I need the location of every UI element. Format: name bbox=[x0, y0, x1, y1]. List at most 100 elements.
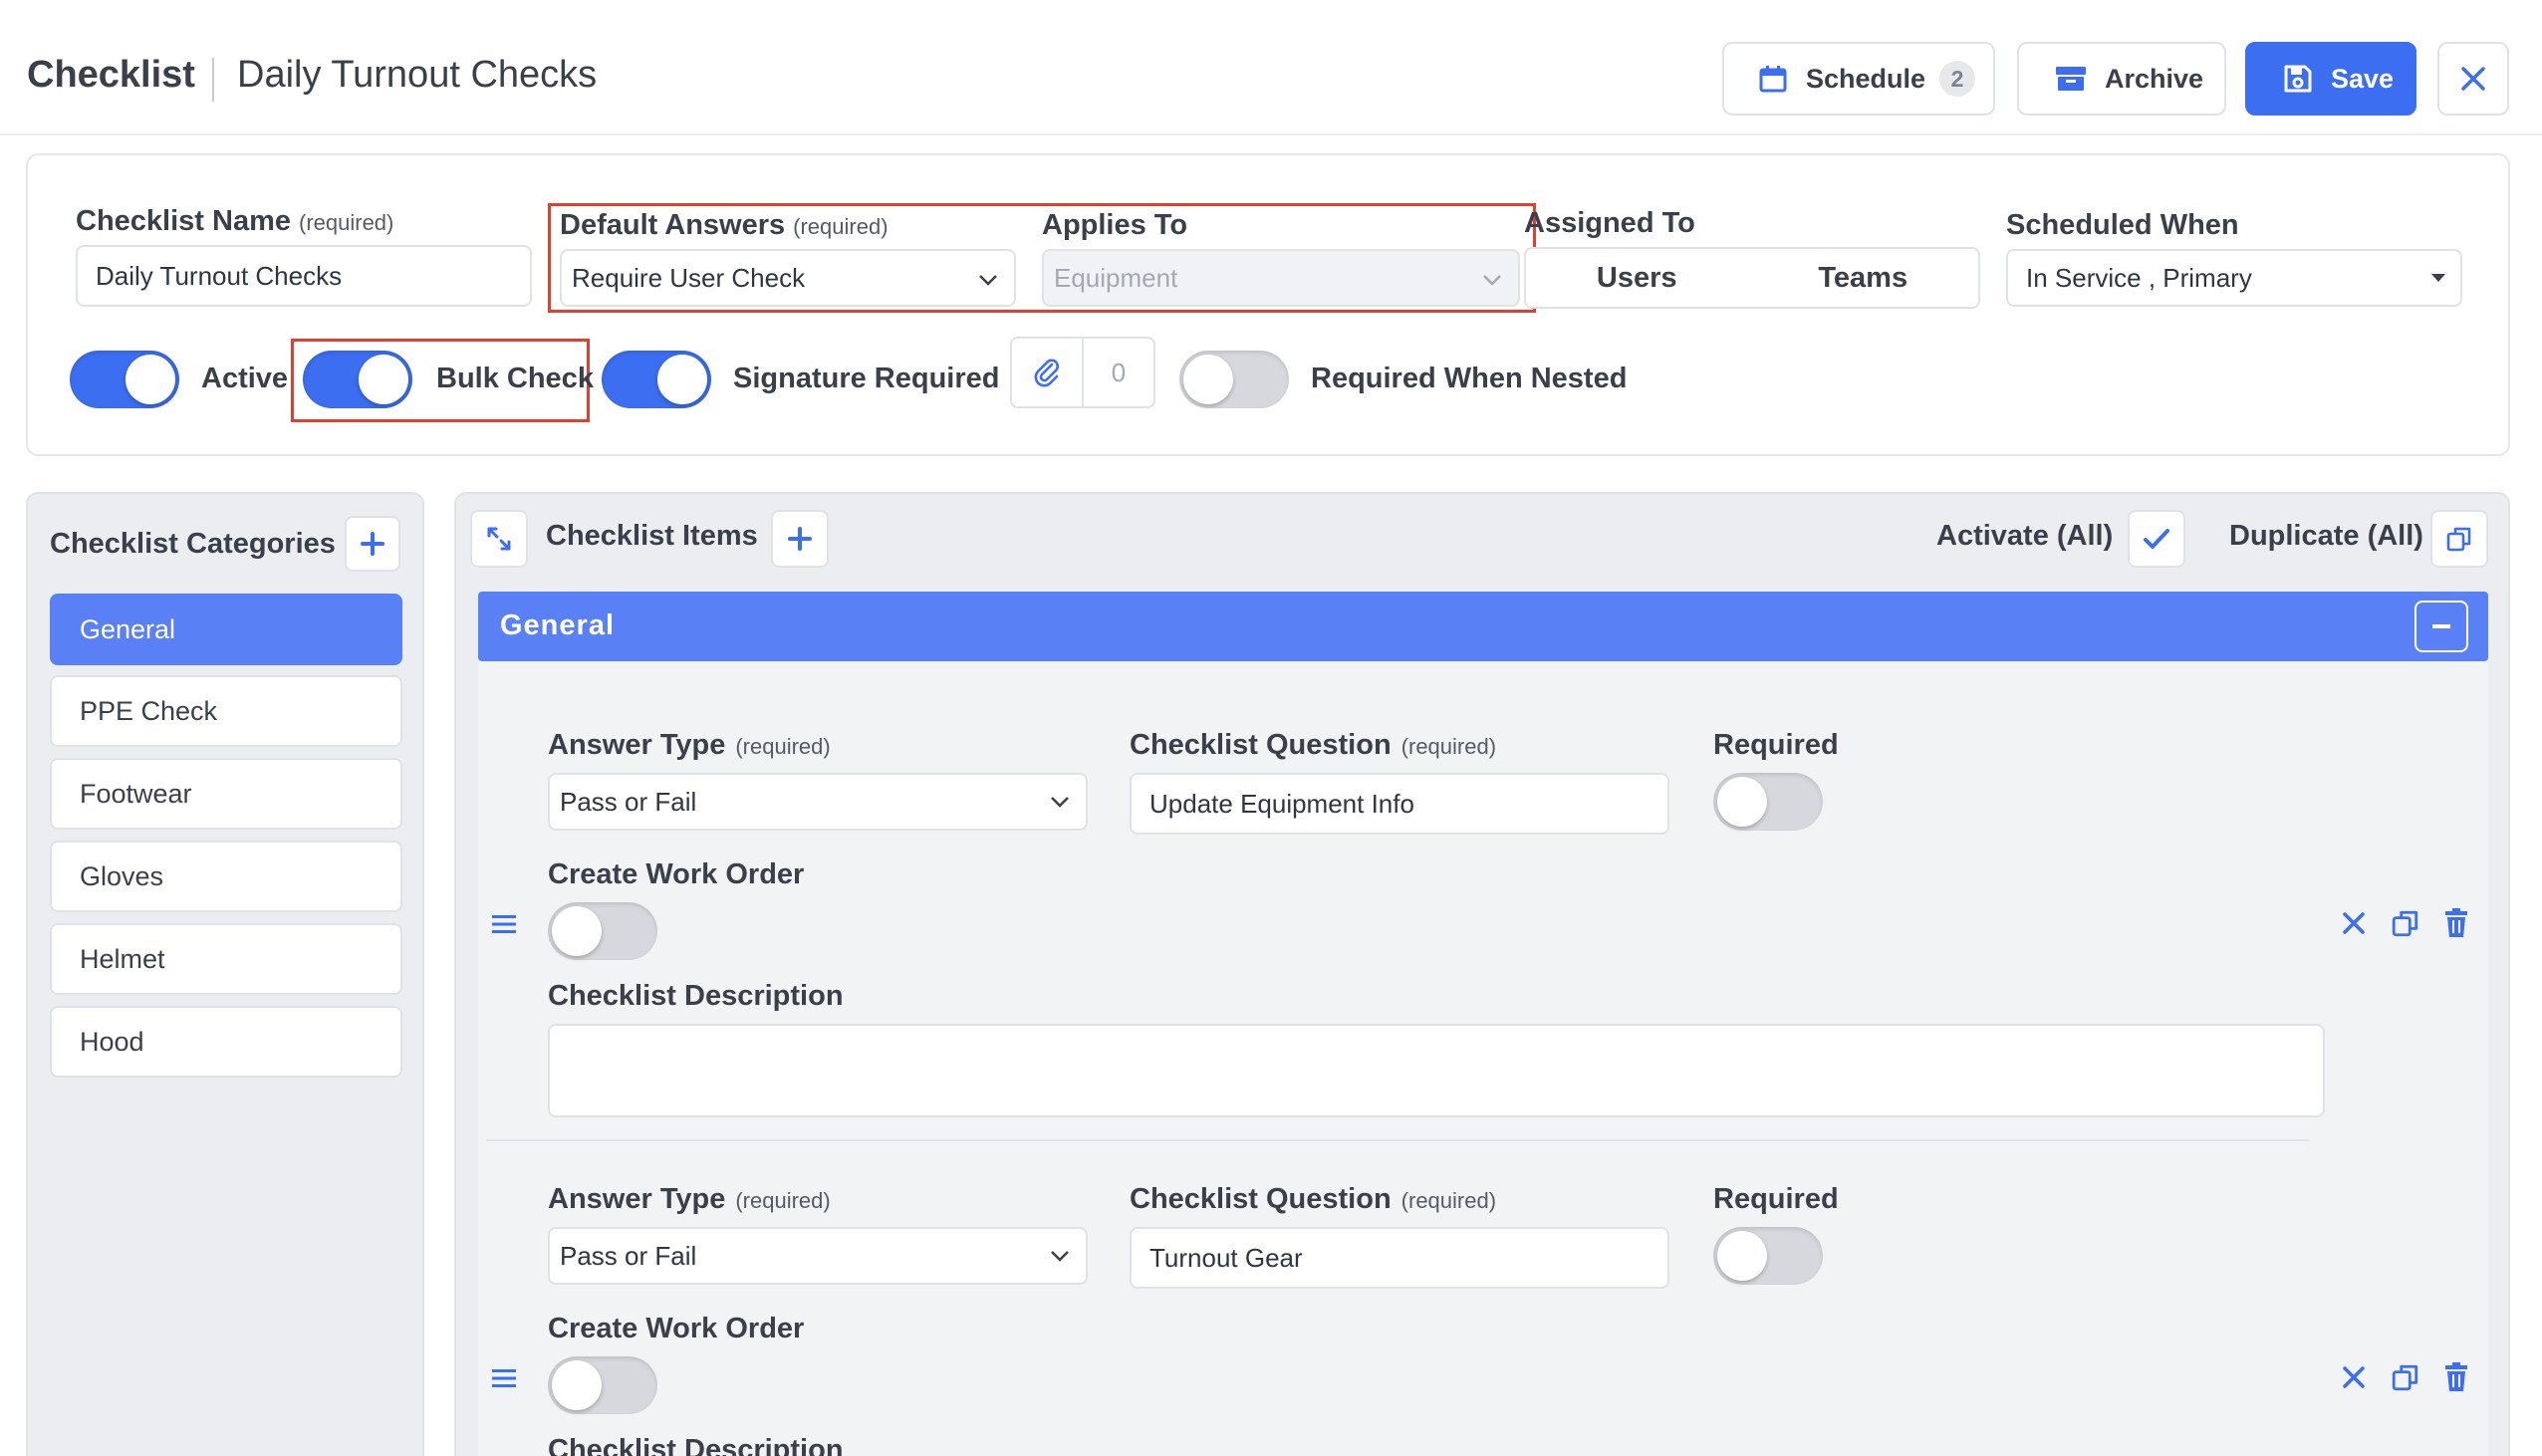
checklist-items-list: Answer Type (required) Pass or Fail Check… bbox=[478, 661, 2488, 1456]
signature-required-label: Signature Required bbox=[733, 363, 1000, 394]
checklist-question-input[interactable]: Update Equipment Info bbox=[1130, 773, 1669, 835]
chevron-down-icon bbox=[1050, 1249, 1070, 1263]
category-group-header: General bbox=[478, 592, 2488, 661]
category-item-ppe-check[interactable]: PPE Check bbox=[50, 675, 402, 747]
scheduled-when-label: Scheduled When bbox=[2006, 209, 2239, 241]
assigned-to-group: Users Teams bbox=[1524, 247, 1980, 309]
assigned-to-label: Assigned To bbox=[1524, 207, 1695, 239]
duplicate-all-label: Duplicate (All) bbox=[2229, 520, 2423, 552]
answer-type-label: Answer Type (required) bbox=[548, 729, 831, 761]
checklist-description-textarea[interactable] bbox=[548, 1024, 2325, 1117]
answer-type-select[interactable]: Pass or Fail bbox=[548, 1227, 1088, 1285]
schedule-count-badge: 2 bbox=[1939, 61, 1976, 97]
schedule-label: Schedule bbox=[1806, 63, 1926, 94]
attachments-count: 0 bbox=[1111, 357, 1127, 387]
active-toggle[interactable] bbox=[70, 351, 179, 408]
create-work-order-label: Create Work Order bbox=[548, 858, 805, 890]
applies-to-select: Equipment bbox=[1042, 249, 1520, 307]
duplicate-icon[interactable] bbox=[2391, 1362, 2420, 1392]
paperclip-icon[interactable] bbox=[1012, 339, 1084, 406]
archive-box-icon bbox=[2055, 65, 2087, 93]
archive-label: Archive bbox=[2105, 63, 2204, 94]
duplicate-icon bbox=[2445, 525, 2473, 553]
checklist-name-input[interactable]: Daily Turnout Checks bbox=[76, 245, 532, 307]
checklist-question-input[interactable]: Turnout Gear bbox=[1130, 1227, 1669, 1289]
category-item-helmet[interactable]: Helmet bbox=[50, 923, 402, 995]
add-category-button[interactable] bbox=[345, 516, 400, 572]
remove-x-icon[interactable] bbox=[2341, 910, 2367, 936]
trash-icon[interactable] bbox=[2444, 1362, 2468, 1392]
create-work-order-label: Create Work Order bbox=[548, 1313, 805, 1344]
calendar-icon bbox=[1758, 64, 1788, 94]
header-bar: Checklist Daily Turnout Checks Schedule … bbox=[0, 0, 2542, 135]
close-icon bbox=[2459, 65, 2487, 93]
collapse-group-button[interactable] bbox=[2415, 601, 2468, 652]
assigned-teams-button[interactable]: Teams bbox=[1818, 262, 1907, 295]
scheduled-when-value: In Service , Primary bbox=[2026, 262, 2252, 293]
drag-handle-icon[interactable] bbox=[490, 1366, 518, 1390]
category-item-gloves[interactable]: Gloves bbox=[50, 841, 402, 912]
default-answers-value: Require User Check bbox=[572, 262, 806, 293]
checklist-name-label: Checklist Name (required) bbox=[76, 205, 394, 237]
floppy-disk-icon bbox=[2283, 64, 2313, 94]
assigned-users-button[interactable]: Users bbox=[1597, 262, 1677, 295]
duplicate-icon[interactable] bbox=[2391, 908, 2420, 938]
duplicate-all-button[interactable] bbox=[2430, 510, 2488, 568]
answer-type-value: Pass or Fail bbox=[560, 1240, 697, 1271]
checklist-description-label: Checklist Description bbox=[548, 980, 844, 1012]
category-item-footwear[interactable]: Footwear bbox=[50, 758, 402, 830]
expand-icon bbox=[485, 525, 513, 553]
active-label: Active bbox=[201, 363, 289, 394]
minus-icon bbox=[2431, 623, 2451, 629]
page-title: Checklist bbox=[27, 54, 195, 96]
chevron-down-icon bbox=[978, 273, 998, 287]
bulk-check-toggle[interactable] bbox=[303, 351, 412, 408]
activate-all-button[interactable] bbox=[2128, 510, 2185, 568]
archive-button[interactable]: Archive bbox=[2017, 42, 2226, 116]
plus-icon bbox=[787, 526, 813, 552]
expand-button[interactable] bbox=[470, 510, 528, 568]
create-work-order-toggle[interactable] bbox=[548, 1356, 657, 1414]
required-when-nested-label: Required When Nested bbox=[1311, 363, 1628, 394]
answer-type-select[interactable]: Pass or Fail bbox=[548, 773, 1088, 831]
checklist-question-label: Checklist Question (required) bbox=[1130, 1183, 1497, 1215]
required-label: Required bbox=[1713, 1183, 1839, 1215]
required-label: Required bbox=[1713, 729, 1839, 761]
applies-to-value: Equipment bbox=[1054, 262, 1178, 293]
item-required-toggle[interactable] bbox=[1713, 773, 1823, 831]
scheduled-when-select[interactable]: In Service , Primary bbox=[2006, 249, 2462, 307]
checklist-settings-panel: Checklist Name (required) Daily Turnout C… bbox=[26, 153, 2510, 456]
create-work-order-toggle[interactable] bbox=[548, 902, 657, 960]
save-label: Save bbox=[2331, 63, 2395, 94]
caret-down-icon bbox=[2430, 273, 2446, 283]
applies-to-label: Applies To bbox=[1042, 209, 1188, 241]
default-answers-select[interactable]: Require User Check bbox=[560, 249, 1016, 307]
remove-x-icon[interactable] bbox=[2341, 1364, 2367, 1390]
answer-type-label: Answer Type (required) bbox=[548, 1183, 831, 1215]
required-when-nested-toggle[interactable] bbox=[1179, 351, 1289, 408]
schedule-button[interactable]: Schedule 2 bbox=[1722, 42, 1995, 116]
checklist-categories-panel: Checklist Categories General PPE Check F… bbox=[26, 492, 424, 1456]
signature-required-toggle[interactable] bbox=[602, 351, 711, 408]
item-required-toggle[interactable] bbox=[1713, 1227, 1823, 1285]
category-item-general[interactable]: General bbox=[50, 594, 402, 665]
checklist-title: Daily Turnout Checks bbox=[237, 54, 598, 96]
checkmark-icon bbox=[2143, 527, 2170, 551]
activate-all-label: Activate (All) bbox=[1936, 520, 2114, 552]
checklist-question-label: Checklist Question (required) bbox=[1130, 729, 1497, 761]
answer-type-value: Pass or Fail bbox=[560, 786, 697, 817]
chevron-down-icon bbox=[1482, 273, 1502, 287]
bulk-check-label: Bulk Check bbox=[436, 363, 594, 394]
attachments-control[interactable]: 0 bbox=[1010, 337, 1155, 408]
close-button[interactable] bbox=[2437, 42, 2509, 116]
category-item-hood[interactable]: Hood bbox=[50, 1006, 402, 1078]
checklist-items-panel: Checklist Items Activate (All) Duplicate… bbox=[454, 492, 2510, 1456]
add-item-button[interactable] bbox=[771, 510, 829, 568]
title-divider bbox=[212, 58, 214, 102]
drag-handle-icon[interactable] bbox=[490, 912, 518, 936]
trash-icon[interactable] bbox=[2444, 908, 2468, 938]
row-divider bbox=[486, 1139, 2309, 1141]
save-button[interactable]: Save bbox=[2245, 42, 2416, 116]
checklist-description-label: Checklist Description bbox=[548, 1434, 844, 1456]
plus-icon bbox=[360, 531, 385, 557]
